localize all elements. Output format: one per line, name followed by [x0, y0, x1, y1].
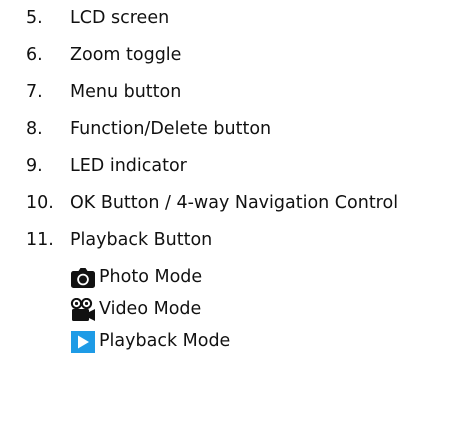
list-item: 10. OK Button / 4-way Navigation Control: [26, 189, 456, 226]
list-item: 5. LCD screen: [26, 4, 456, 41]
camera-icon: [70, 266, 96, 290]
mode-item-video: Video Mode: [26, 295, 456, 327]
item-label: OK Button / 4-way Navigation Control: [70, 193, 399, 213]
list-item: 8. Function/Delete button: [26, 115, 456, 152]
video-camera-icon: [70, 298, 96, 322]
item-number: 6.: [26, 45, 43, 65]
item-label: LCD screen: [70, 8, 170, 28]
mode-item-playback: Playback Mode: [26, 327, 456, 359]
item-number: 10.: [26, 193, 54, 213]
item-label: Menu button: [70, 82, 182, 102]
mode-label: Video Mode: [99, 299, 202, 319]
item-label: LED indicator: [70, 156, 187, 176]
item-number: 8.: [26, 119, 43, 139]
item-number: 11.: [26, 230, 54, 250]
item-label: Function/Delete button: [70, 119, 272, 139]
item-number: 7.: [26, 82, 43, 102]
list-item: 6. Zoom toggle: [26, 41, 456, 78]
list-item: 7. Menu button: [26, 78, 456, 115]
item-label: Zoom toggle: [70, 45, 182, 65]
playback-icon: [70, 330, 96, 354]
mode-label: Photo Mode: [99, 267, 203, 287]
item-number: 9.: [26, 156, 43, 176]
mode-label: Playback Mode: [99, 331, 231, 351]
mode-item-photo: Photo Mode: [26, 263, 456, 295]
item-label: Playback Button: [70, 230, 213, 250]
list-item: 9. LED indicator: [26, 152, 456, 189]
parts-list: 5. LCD screen 6. Zoom toggle 7. Menu but…: [26, 4, 456, 359]
list-item: 11. Playback Button: [26, 226, 456, 263]
item-number: 5.: [26, 8, 43, 28]
